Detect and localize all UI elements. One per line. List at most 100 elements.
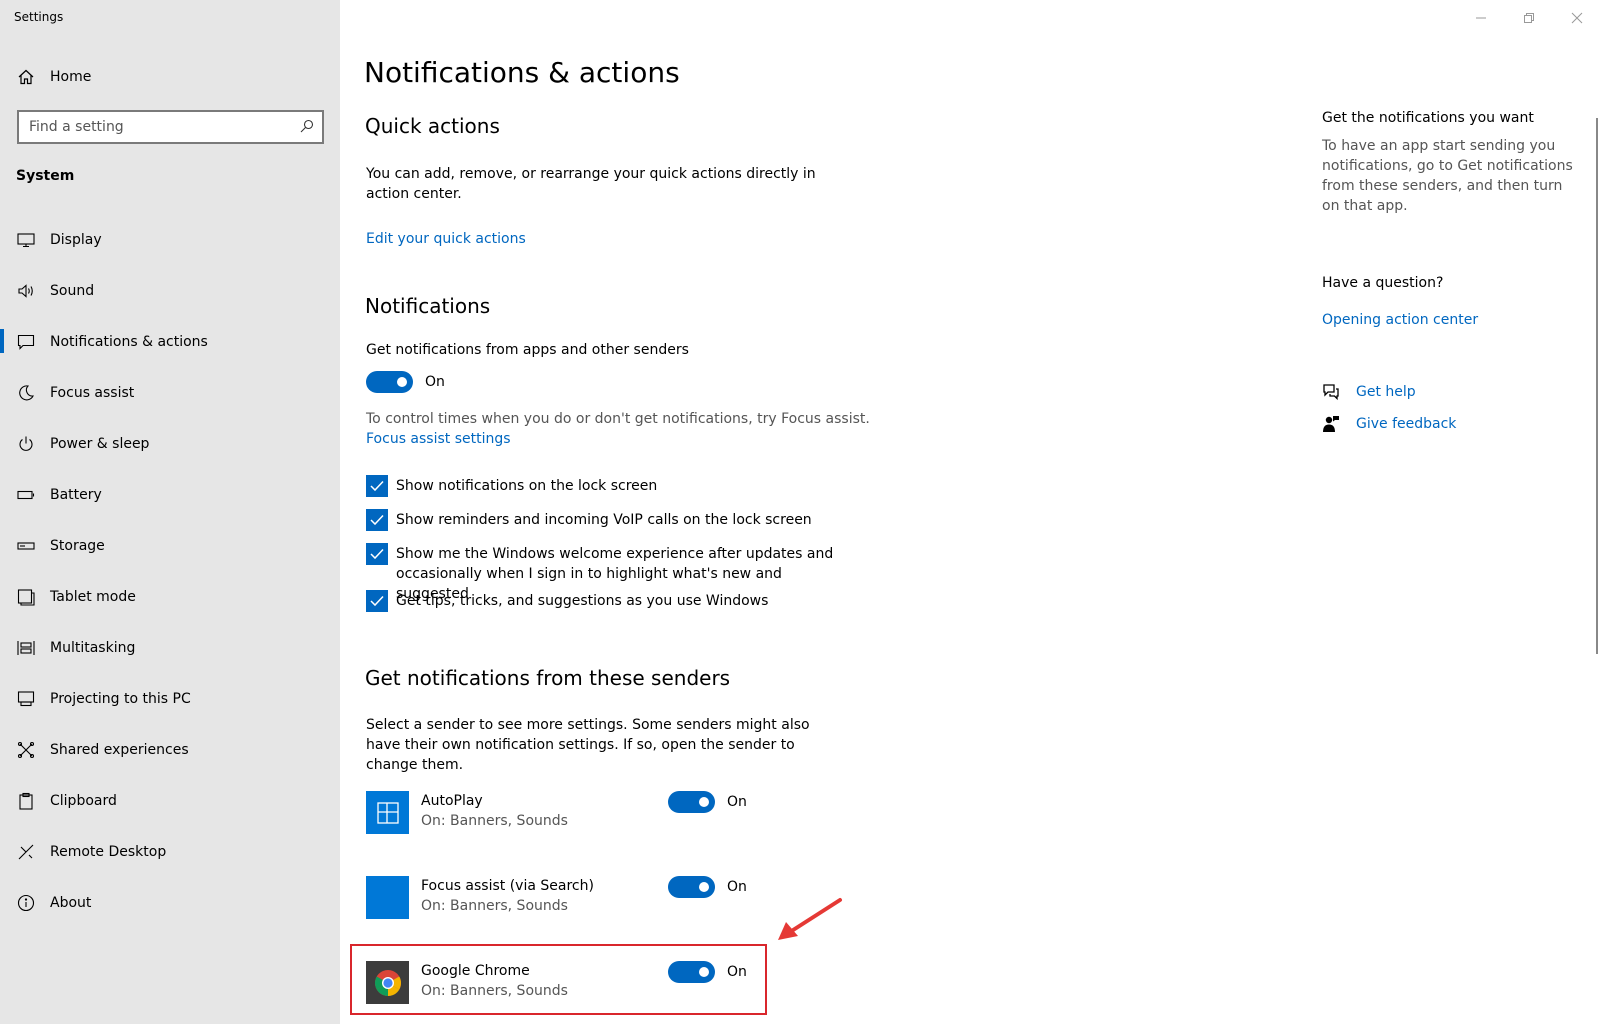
checkbox[interactable] [366,590,388,612]
close-icon [1571,12,1583,24]
sidebar-item-label: Battery [50,486,102,503]
sender-autoplay[interactable]: AutoPlay On: Banners, Sounds On [366,791,766,835]
get-help-link[interactable]: Get help [1322,383,1416,401]
get-help-label: Get help [1356,384,1416,400]
search-input[interactable] [29,119,300,135]
multitasking-icon [17,639,35,657]
feedback-person-icon [1322,415,1340,433]
checkbox-label: Get tips, tricks, and suggestions as you… [396,593,769,609]
sidebar-item-label: Remote Desktop [50,843,167,860]
notifications-toggle-row: On [366,371,445,393]
opening-action-center-link[interactable]: Opening action center [1322,312,1478,328]
sidebar-item-about[interactable]: About [0,877,340,928]
sidebar-item-focus-assist[interactable]: Focus assist [0,367,340,418]
battery-icon [17,486,35,504]
highlight-box [350,944,767,1015]
edit-quick-actions-link[interactable]: Edit your quick actions [366,229,846,249]
page-title: Notifications & actions [364,56,680,89]
help-chat-icon [1322,383,1340,401]
toggle-state: On [727,879,747,895]
shared-icon [17,741,35,759]
sidebar-item-label: About [50,894,92,911]
notification-icon [17,333,35,351]
sender-detail: On: Banners, Sounds [421,813,568,829]
home-icon [16,67,36,87]
quick-actions-heading: Quick actions [365,114,500,138]
remote-icon [17,843,35,861]
restore-button[interactable] [1506,6,1552,30]
home-label: Home [50,69,92,85]
sidebar-item-remote-desktop[interactable]: Remote Desktop [0,826,340,877]
checkbox[interactable] [366,543,388,565]
checkbox[interactable] [366,475,388,497]
toggle-state: On [727,794,747,810]
clipboard-icon [17,792,35,810]
section-label: System [16,168,75,184]
sidebar-item-multitasking[interactable]: Multitasking [0,622,340,673]
sender-toggle-row: On [668,876,747,898]
sidebar: Settings Home System Display Sound Notif… [0,0,340,1024]
checkbox-label: Show notifications on the lock screen [396,478,658,494]
toggle-state: On [425,374,445,390]
info-icon [17,894,35,912]
quick-actions-description: You can add, remove, or rearrange your q… [366,166,816,202]
power-icon [17,435,35,453]
sidebar-item-projecting[interactable]: Projecting to this PC [0,673,340,724]
checkbox-row-reminders[interactable]: Show reminders and incoming VoIP calls o… [366,509,846,531]
sidebar-item-clipboard[interactable]: Clipboard [0,775,340,826]
sender-toggle-row: On [668,791,747,813]
minimize-button[interactable] [1458,6,1504,30]
checkbox-row-tips[interactable]: Get tips, tricks, and suggestions as you… [366,590,846,612]
sidebar-item-label: Focus assist [50,384,135,401]
focus-assist-tile-icon [366,876,409,919]
close-button[interactable] [1554,6,1600,30]
focus-assist-settings-link[interactable]: Focus assist settings [366,429,846,449]
sidebar-item-display[interactable]: Display [0,214,340,265]
moon-icon [17,384,35,402]
notifications-heading: Notifications [365,294,491,318]
checkbox-row-lock-screen[interactable]: Show notifications on the lock screen [366,475,846,497]
projector-icon [17,690,35,708]
checkbox[interactable] [366,509,388,531]
sidebar-item-sound[interactable]: Sound [0,265,340,316]
sidebar-item-shared-experiences[interactable]: Shared experiences [0,724,340,775]
display-icon [17,231,35,249]
sidebar-item-label: Sound [50,282,95,299]
search-icon[interactable] [300,118,314,137]
sidebar-item-label: Display [50,231,102,248]
senders-description: Select a sender to see more settings. So… [366,717,810,773]
sidebar-item-battery[interactable]: Battery [0,469,340,520]
sidebar-item-power-sleep[interactable]: Power & sleep [0,418,340,469]
checkmark-icon [370,480,384,492]
sender-focus-assist[interactable]: Focus assist (via Search) On: Banners, S… [366,876,766,920]
give-feedback-label: Give feedback [1356,416,1457,432]
sidebar-item-label: Notifications & actions [50,333,208,350]
sender-name: AutoPlay [421,793,483,809]
search-box[interactable] [17,110,324,144]
storage-icon [17,537,35,555]
home-button[interactable]: Home [16,64,91,90]
sender-toggle[interactable] [668,876,715,898]
minimize-icon [1476,17,1486,19]
sidebar-nav: Display Sound Notifications & actions Fo… [0,214,340,928]
focus-assist-hint: To control times when you do or don't ge… [366,411,870,427]
sidebar-item-label: Multitasking [50,639,136,656]
sidebar-item-label: Clipboard [50,792,117,809]
autoplay-icon [366,791,409,834]
checkmark-icon [370,595,384,607]
sidebar-item-storage[interactable]: Storage [0,520,340,571]
sender-detail: On: Banners, Sounds [421,898,568,914]
sidebar-item-label: Power & sleep [50,435,150,452]
sidebar-item-notifications[interactable]: Notifications & actions [0,316,340,367]
sidebar-item-label: Projecting to this PC [50,690,191,707]
give-feedback-link[interactable]: Give feedback [1322,415,1456,433]
speaker-icon [17,282,35,300]
rp-heading-question: Have a question? [1322,275,1444,291]
notifications-toggle[interactable] [366,371,413,393]
restore-icon [1524,13,1534,23]
checkmark-icon [370,514,384,526]
scrollbar[interactable] [1596,118,1598,654]
sender-name: Focus assist (via Search) [421,878,594,894]
sidebar-item-tablet-mode[interactable]: Tablet mode [0,571,340,622]
sender-toggle[interactable] [668,791,715,813]
